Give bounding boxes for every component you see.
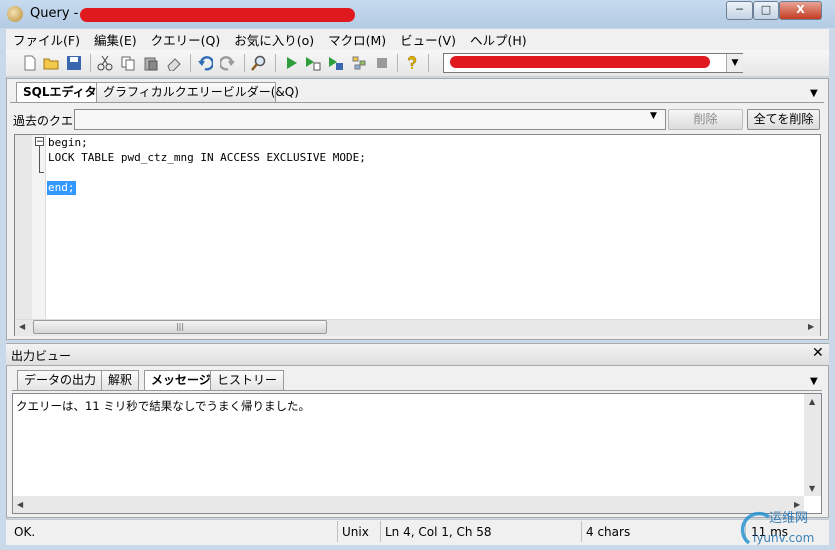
output-title: 出力ビュー	[11, 349, 72, 363]
status-state: OK.	[14, 525, 36, 539]
clear-icon[interactable]	[166, 55, 182, 71]
toolbar-separator	[244, 54, 245, 72]
status-separator	[380, 521, 381, 542]
status-separator	[581, 521, 582, 542]
tab-history[interactable]: ヒストリー	[210, 370, 285, 390]
toolbar-separator	[90, 54, 91, 72]
output-header	[6, 343, 829, 366]
app-icon	[7, 6, 23, 22]
menu-favorites[interactable]: お気に入り(o)	[227, 30, 321, 49]
chevron-down-icon[interactable]: ▼	[726, 54, 743, 72]
tab-messages[interactable]: メッセージ	[144, 370, 218, 391]
line-gutter	[15, 135, 32, 319]
watermark-sub: iyunv.com	[753, 531, 814, 545]
execute-script-icon[interactable]	[305, 55, 321, 71]
menu-bar: ファイル(F) 編集(E) クエリー(Q) お気に入り(o) マクロ(M) ビュ…	[6, 29, 829, 50]
chevron-down-icon[interactable]: ▼	[650, 111, 657, 121]
close-window-button[interactable]: X	[779, 1, 822, 20]
horizontal-scrollbar[interactable]	[13, 496, 804, 513]
tab-data-output[interactable]: データの出力	[17, 370, 104, 390]
close-icon[interactable]: ✕	[812, 345, 824, 361]
code-line[interactable]: begin;	[48, 135, 88, 150]
maximize-button[interactable]: □	[753, 1, 779, 20]
message-text: クエリーは、11 ミリ秒で結果なしでうまく帰りました。	[16, 399, 310, 413]
execute-step-icon[interactable]	[328, 55, 344, 71]
tab-divider	[12, 390, 822, 391]
menu-macro[interactable]: マクロ(M)	[321, 30, 393, 49]
fold-toggle-icon[interactable]: −	[35, 137, 44, 147]
explain-icon[interactable]	[351, 55, 367, 71]
open-folder-icon[interactable]	[43, 55, 59, 71]
delete-button[interactable]: 削除	[668, 109, 743, 130]
find-icon[interactable]	[251, 55, 267, 71]
watermark-logo: 运维网 iyunv.com	[740, 511, 814, 545]
code-line[interactable]: LOCK TABLE pwd_ctz_mng IN ACCESS EXCLUSI…	[48, 150, 366, 165]
menu-file[interactable]: ファイル(F)	[6, 30, 87, 49]
scroll-left-icon[interactable]: ◀	[17, 500, 23, 509]
save-icon[interactable]	[66, 55, 82, 71]
tab-menu-icon[interactable]: ▼	[810, 88, 818, 99]
toolbar-separator	[397, 54, 398, 72]
fold-line	[39, 172, 44, 173]
status-line-ending: Unix	[342, 525, 369, 539]
minimize-button[interactable]: ─	[726, 1, 753, 20]
scroll-right-icon[interactable]: ▶	[808, 322, 814, 331]
watermark-text: 运维网	[769, 511, 808, 526]
menu-help[interactable]: ヘルプ(H)	[463, 30, 534, 49]
tab-divider	[10, 102, 824, 103]
paste-icon[interactable]	[143, 55, 159, 71]
redaction-mark	[450, 56, 710, 68]
execute-icon[interactable]	[283, 55, 299, 71]
new-file-icon[interactable]	[22, 55, 38, 71]
tab-sql-editor[interactable]: SQLエディタ	[16, 82, 104, 103]
code-line-selected[interactable]: end;	[48, 180, 75, 195]
tab-graphical-query-builder[interactable]: グラフィカルクエリービルダー(&Q)	[96, 82, 299, 102]
fold-line	[39, 146, 40, 172]
history-select[interactable]	[74, 109, 666, 130]
toolbar-separator	[275, 54, 276, 72]
undo-icon[interactable]	[197, 55, 213, 71]
copy-icon[interactable]	[120, 55, 136, 71]
toolbar-separator	[190, 54, 191, 72]
toolbar-separator	[428, 54, 429, 72]
menu-query[interactable]: クエリー(Q)	[144, 30, 228, 49]
scroll-down-icon[interactable]: ▼	[809, 484, 815, 493]
redaction-mark	[80, 8, 355, 22]
vertical-scrollbar[interactable]	[804, 394, 821, 496]
window-title: Query -	[30, 6, 79, 21]
help-icon[interactable]	[404, 55, 420, 71]
status-position: Ln 4, Col 1, Ch 58	[385, 525, 492, 539]
scrollbar-thumb[interactable]: |||	[33, 320, 327, 334]
tab-menu-icon[interactable]: ▼	[810, 376, 818, 387]
scroll-left-icon[interactable]: ◀	[19, 322, 25, 331]
menu-edit[interactable]: 編集(E)	[87, 30, 144, 49]
cut-icon[interactable]	[97, 55, 113, 71]
tab-explain[interactable]: 解釈	[101, 370, 140, 390]
scroll-up-icon[interactable]: ▲	[809, 397, 815, 406]
menu-view[interactable]: ビュー(V)	[393, 30, 463, 49]
delete-all-button[interactable]: 全てを削除	[747, 109, 820, 130]
status-char-count: 4 chars	[586, 525, 631, 539]
redo-icon[interactable]	[220, 55, 236, 71]
stop-icon[interactable]	[374, 55, 390, 71]
status-separator	[337, 521, 338, 542]
